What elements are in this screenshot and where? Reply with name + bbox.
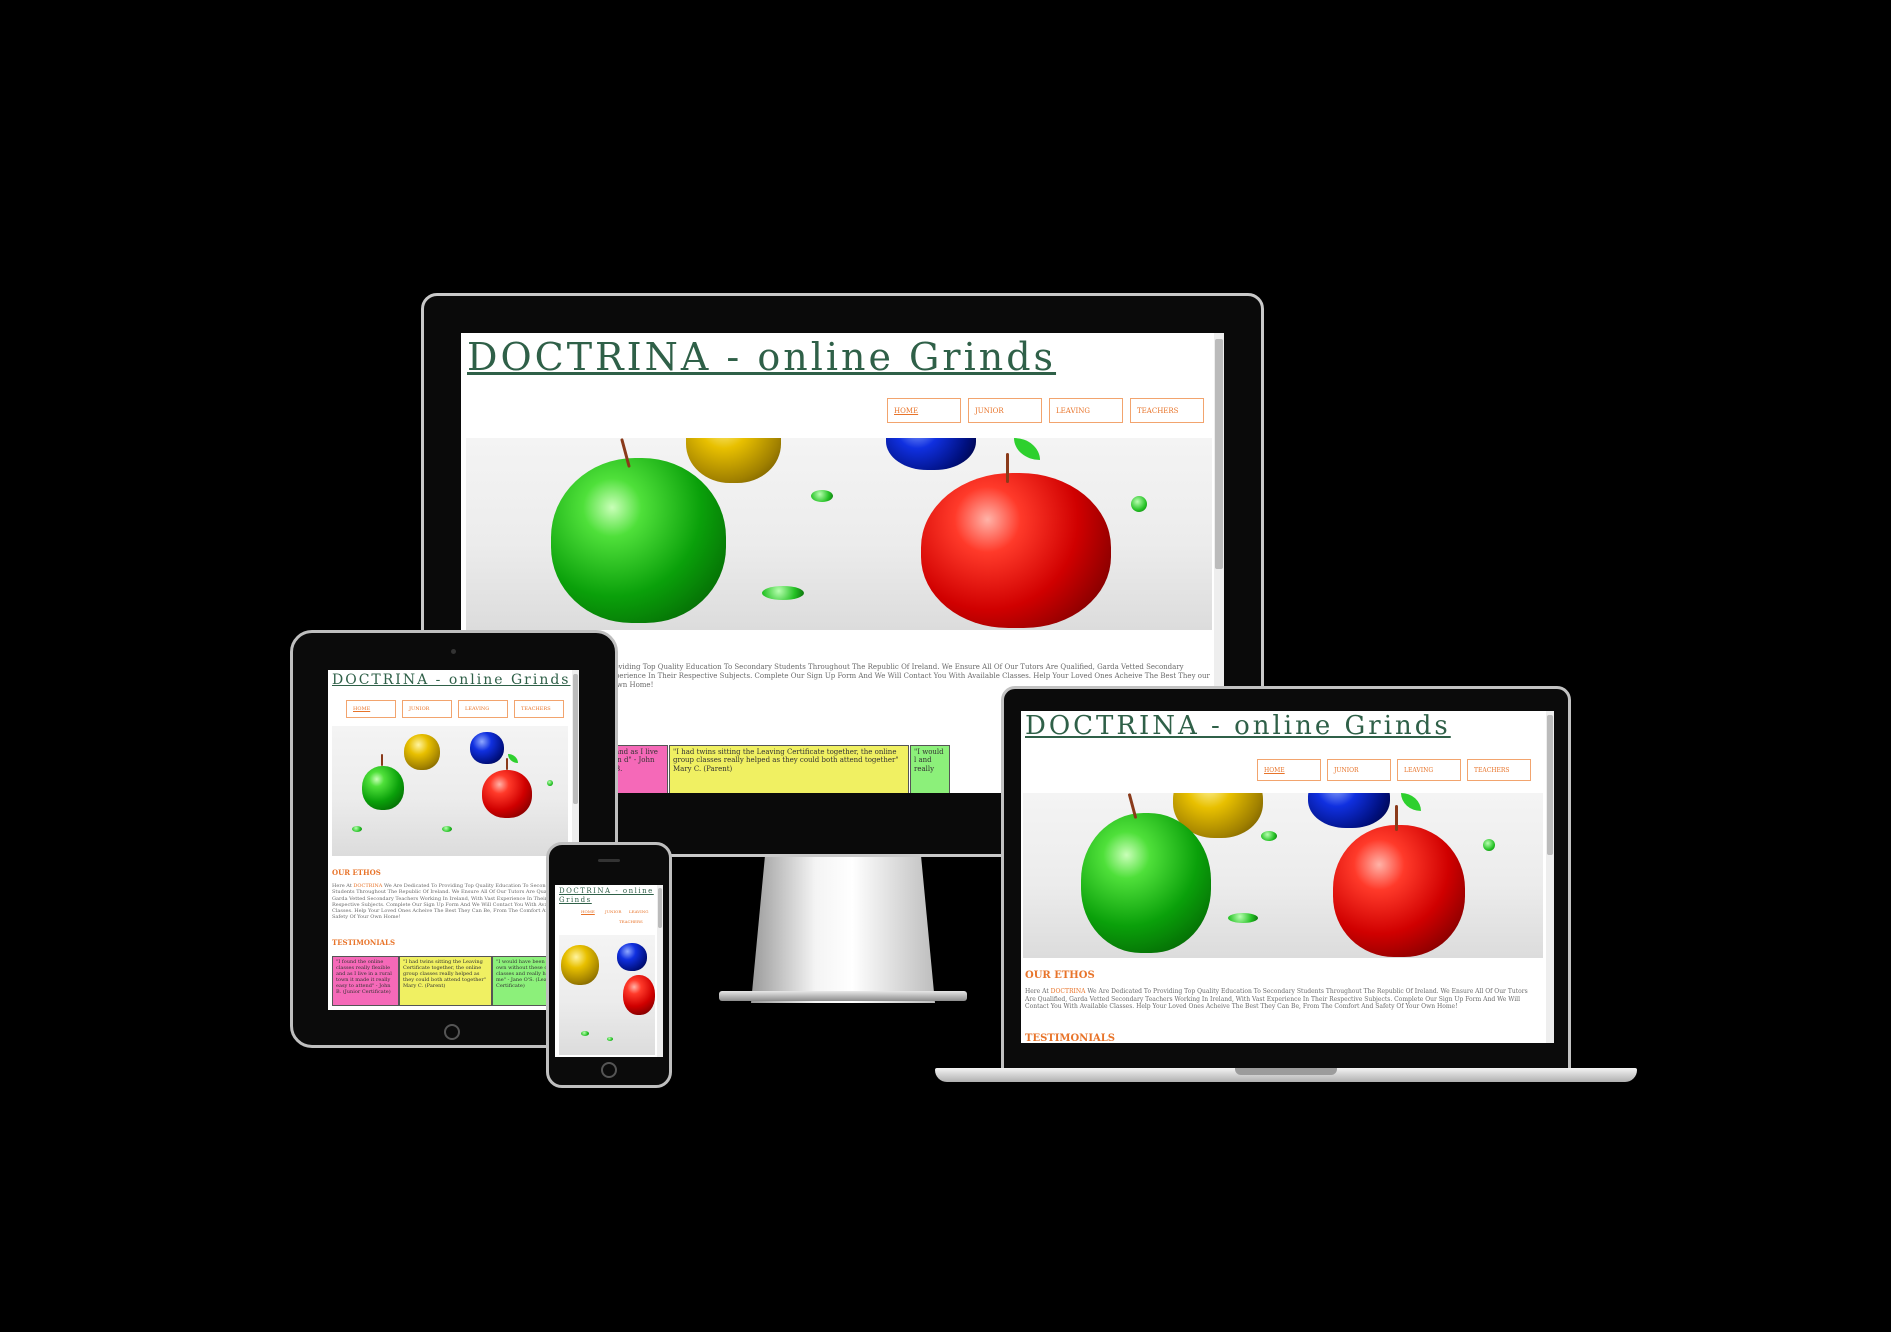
tablet-camera — [451, 649, 456, 654]
ethos-text: Here At DOCTRINA We Are Dedicated To Pro… — [1025, 988, 1528, 1010]
scrollbar[interactable] — [657, 885, 663, 1057]
tablet-screen: DOCTRINA - online Grinds HOME JUNIOR LEA… — [328, 670, 579, 1010]
site-title[interactable]: DOCTRINA - online Grinds — [467, 335, 1056, 379]
site-title[interactable]: DOCTRINA - online Grinds — [1025, 711, 1451, 741]
nav-junior[interactable]: JUNIOR — [402, 700, 452, 718]
nav-teachers[interactable]: TEACHERS — [514, 700, 564, 718]
hero-image — [466, 438, 1212, 630]
tablet-home-button[interactable] — [444, 1024, 460, 1040]
hero-image — [1023, 793, 1543, 958]
main-nav: HOME JUNIOR LEAVING TEACHERS — [887, 398, 1204, 423]
phone-screen: DOCTRINA - online Grinds HOME JUNIOR LEAV… — [555, 885, 663, 1057]
main-nav: HOME JUNIOR LEAVING TEACHERS — [346, 700, 564, 718]
ethos-heading: OUR ETHOS — [1025, 970, 1095, 981]
nav-home[interactable]: HOME — [581, 909, 605, 919]
nav-leaving[interactable]: LEAVING — [458, 700, 508, 718]
nav-leaving[interactable]: LEAVING — [1049, 398, 1123, 423]
hero-image — [332, 726, 568, 856]
nav-home[interactable]: HOME — [1257, 759, 1321, 781]
nav-junior[interactable]: JUNIOR — [968, 398, 1042, 423]
nav-teachers[interactable]: TEACHERS — [581, 919, 663, 929]
nav-home[interactable]: HOME — [346, 700, 396, 718]
main-nav: HOME JUNIOR LEAVING TEACHERS — [581, 909, 663, 929]
laptop: DOCTRINA - online Grinds HOME JUNIOR LEA… — [935, 686, 1637, 1086]
nav-junior[interactable]: JUNIOR — [1327, 759, 1391, 781]
testimonial-card: "I found the online classes really flexi… — [332, 956, 399, 1006]
laptop-screen: DOCTRINA - online Grinds HOME JUNIOR LEA… — [1021, 711, 1554, 1043]
phone: DOCTRINA - online Grinds HOME JUNIOR LEAV… — [546, 842, 672, 1088]
scrollbar[interactable] — [1546, 711, 1554, 1043]
monitor-stand — [751, 848, 935, 1003]
ethos-heading: OUR ETHOS — [332, 868, 381, 877]
nav-junior[interactable]: JUNIOR — [605, 909, 629, 919]
phone-speaker — [598, 859, 620, 862]
testimonials-heading: TESTIMONIALS — [332, 938, 396, 947]
site-title[interactable]: DOCTRINA - online Grinds — [332, 672, 570, 688]
main-nav: HOME JUNIOR LEAVING TEACHERS — [1257, 759, 1531, 781]
site-title[interactable]: DOCTRINA - online Grinds — [559, 887, 654, 905]
testimonial-card: "I had twins sitting the Leaving Certifi… — [399, 956, 492, 1006]
testimonial-card: and as I live in d" - John B. — [611, 745, 668, 793]
testimonials-heading: TESTIMONIALS — [1025, 1033, 1116, 1043]
hero-image — [559, 935, 655, 1055]
nav-leaving[interactable]: LEAVING — [1397, 759, 1461, 781]
nav-leaving[interactable]: LEAVING — [629, 909, 657, 919]
nav-home[interactable]: HOME — [887, 398, 961, 423]
laptop-notch — [1235, 1068, 1337, 1075]
nav-teachers[interactable]: TEACHERS — [1467, 759, 1531, 781]
monitor-base — [719, 991, 967, 1001]
ethos-text: Here At DOCTRINA We Are Dedicated To Pro… — [332, 883, 562, 921]
nav-teachers[interactable]: TEACHERS — [1130, 398, 1204, 423]
testimonial-card: "I had twins sitting the Leaving Certifi… — [669, 745, 909, 793]
phone-home-button[interactable] — [601, 1062, 617, 1078]
